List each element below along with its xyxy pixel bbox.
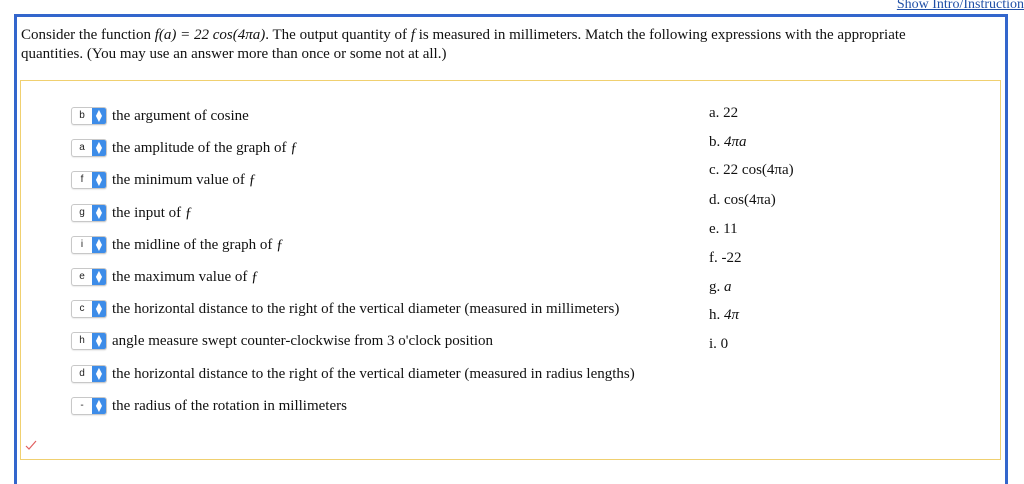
answer-value: 4πa — [724, 134, 747, 150]
match-select-value: f — [80, 174, 84, 185]
answer-value: cos(4πa) — [724, 192, 776, 208]
answer-option: c. 22 cos(4πa) — [709, 162, 794, 179]
answer-option: b. 4πa — [709, 134, 747, 151]
chevron-updown-icon: ▲ ▼ — [92, 366, 106, 382]
checkmark-icon — [25, 440, 37, 450]
match-item: f ▲ ▼ the minimum value of ƒ — [71, 170, 256, 190]
match-select-value: g — [79, 207, 85, 218]
answer-option: g. a — [709, 279, 732, 296]
match-item-label: the amplitude of the graph of ƒ — [112, 139, 298, 156]
match-select[interactable]: f ▲ ▼ — [71, 171, 107, 189]
match-item: b ▲ ▼ the argument of cosine — [71, 106, 249, 126]
chevron-updown-icon: ▲ ▼ — [92, 269, 106, 285]
match-item-label: the input of ƒ — [112, 204, 193, 221]
match-item-label: the argument of cosine — [112, 107, 249, 124]
answer-value: -22 — [721, 250, 742, 266]
match-select[interactable]: g ▲ ▼ — [71, 204, 107, 222]
answer-letter: h. — [709, 307, 721, 323]
match-item: a ▲ ▼ the amplitude of the graph of ƒ — [71, 138, 298, 158]
chevron-updown-icon: ▲ ▼ — [92, 398, 106, 414]
match-item-label: the maximum value of ƒ — [112, 268, 259, 285]
match-select-value: h — [79, 335, 85, 346]
match-select[interactable]: h ▲ ▼ — [71, 332, 107, 350]
answer-letter: b. — [709, 134, 721, 150]
match-select-value: e — [79, 271, 85, 282]
match-item: c ▲ ▼ the horizontal distance to the right… — [71, 299, 619, 319]
match-select-value: d — [79, 368, 85, 379]
chevron-updown-icon: ▲ ▼ — [92, 237, 106, 253]
match-select[interactable]: c ▲ ▼ — [71, 300, 107, 318]
match-item: - ▲ ▼ the radius of the rotation in millim… — [71, 396, 347, 416]
function-symbol: f — [410, 27, 415, 43]
chevron-updown-icon: ▲ ▼ — [92, 301, 106, 317]
answer-value: 11 — [723, 221, 738, 237]
match-select[interactable]: - ▲ ▼ — [71, 397, 107, 415]
show-intro-instructions-link[interactable]: Show Intro/Instruction — [897, 0, 1024, 13]
match-item-label: the midline of the graph of ƒ — [112, 236, 284, 253]
answer-option: a. 22 — [709, 105, 738, 122]
match-item-label: the horizontal distance to the right of … — [112, 300, 620, 317]
matching-panel: b ▲ ▼ the argument of cosine a ▲ ▼ the ampli… — [20, 80, 1001, 460]
match-item-label: the radius of the rotation in millimeter… — [112, 397, 347, 414]
chevron-updown-icon: ▲ ▼ — [92, 172, 106, 188]
match-item-label: the horizontal distance to the right of … — [112, 365, 635, 382]
answer-letter: f. — [709, 250, 718, 266]
match-item-label: angle measure swept counter-clockwise fr… — [112, 332, 494, 349]
match-select[interactable]: i ▲ ▼ — [71, 236, 107, 254]
answer-letter: g. — [709, 279, 721, 295]
answer-letter: a. — [709, 105, 720, 121]
answer-option: h. 4π — [709, 307, 739, 324]
match-item: g ▲ ▼ the input of ƒ — [71, 203, 192, 223]
answer-value: a — [724, 279, 732, 295]
match-item-label: the minimum value of ƒ — [112, 171, 257, 188]
chevron-updown-icon: ▲ ▼ — [92, 205, 106, 221]
prompt-text-2: . The output quantity of — [265, 27, 408, 43]
chevron-updown-icon: ▲ ▼ — [92, 108, 106, 124]
answer-value: 22 — [723, 105, 739, 121]
answer-value: 4π — [724, 307, 740, 323]
match-item: i ▲ ▼ the midline of the graph of ƒ — [71, 235, 284, 255]
match-select-value: c — [79, 303, 85, 314]
prompt-text-4: quantities. (You may use an answer more … — [21, 46, 447, 62]
match-item: e ▲ ▼ the maximum value of ƒ — [71, 267, 259, 287]
answer-letter: c. — [709, 162, 720, 178]
answer-option: e. 11 — [709, 221, 738, 238]
chevron-updown-icon: ▲ ▼ — [92, 140, 106, 156]
prompt-text-1: Consider the function — [21, 27, 151, 43]
match-select-value: - — [80, 400, 84, 411]
answer-value: 22 cos(4πa) — [723, 162, 794, 178]
match-select-value: i — [80, 239, 84, 250]
answer-option: d. cos(4πa) — [709, 192, 776, 209]
answer-letter: d. — [709, 192, 721, 208]
question-frame: Consider the function f(a) = 22 cos(4πa)… — [14, 14, 1008, 484]
prompt-text-3: is measured in millimeters. Match the fo… — [418, 27, 906, 43]
match-select[interactable]: d ▲ ▼ — [71, 365, 107, 383]
match-select-value: b — [79, 110, 85, 121]
answer-option: f. -22 — [709, 250, 742, 267]
match-item: d ▲ ▼ the horizontal distance to the right… — [71, 364, 635, 384]
match-item: h ▲ ▼ angle measure swept counter-clockwis… — [71, 331, 493, 351]
chevron-updown-icon: ▲ ▼ — [92, 333, 106, 349]
question-prompt: Consider the function f(a) = 22 cos(4πa)… — [21, 26, 981, 64]
answer-letter: i. — [709, 336, 717, 352]
match-select[interactable]: a ▲ ▼ — [71, 139, 107, 157]
match-select[interactable]: b ▲ ▼ — [71, 107, 107, 125]
match-select[interactable]: e ▲ ▼ — [71, 268, 107, 286]
answer-letter: e. — [709, 221, 720, 237]
match-select-value: a — [79, 142, 85, 153]
function-expression: f(a) = 22 cos(4πa) — [154, 27, 266, 43]
answer-option: i. 0 — [709, 336, 728, 353]
answer-value: 0 — [720, 336, 729, 352]
